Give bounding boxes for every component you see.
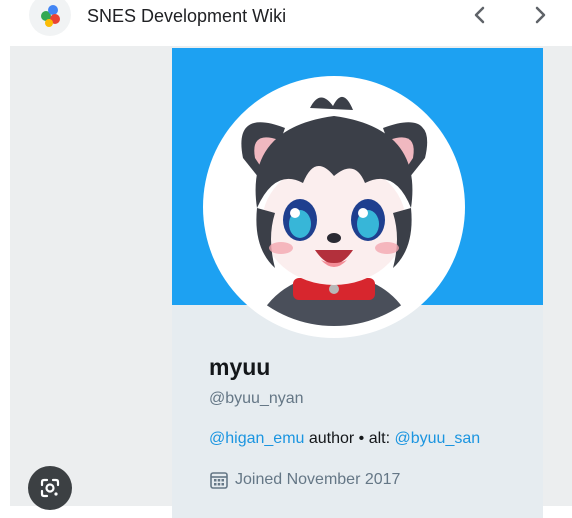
forward-button[interactable] [525, 0, 555, 30]
bio-link-alt[interactable]: @byuu_san [395, 430, 481, 447]
bio-link-higan[interactable]: @higan_emu [209, 430, 304, 447]
calendar-icon [210, 472, 228, 489]
google-lens-button[interactable] [28, 466, 72, 510]
top-bar: SNES Development Wiki [0, 0, 572, 46]
anime-wolf-avatar [215, 88, 453, 326]
profile-name: myuu [209, 354, 271, 380]
avatar-frame [203, 76, 465, 338]
chevron-left-icon [474, 6, 485, 24]
profile-bio: @higan_emu author • alt: @byuu_san [209, 430, 480, 448]
chevron-right-icon [535, 6, 546, 24]
bio-text: author • alt: [304, 430, 395, 447]
profile-card: myuu @byuu_nyan @higan_emu author • alt:… [172, 48, 543, 518]
page-content: myuu @byuu_nyan @higan_emu author • alt:… [10, 46, 572, 518]
avatar[interactable] [215, 88, 453, 326]
joined-text: Joined November 2017 [235, 471, 401, 488]
profile-handle: @byuu_nyan [209, 390, 304, 407]
app-title: SNES Development Wiki [87, 6, 287, 26]
back-button[interactable] [465, 0, 495, 30]
google-lens-icon [40, 478, 60, 498]
joined-date: Joined November 2017 [209, 470, 400, 490]
app-logo-icon [29, 0, 71, 36]
